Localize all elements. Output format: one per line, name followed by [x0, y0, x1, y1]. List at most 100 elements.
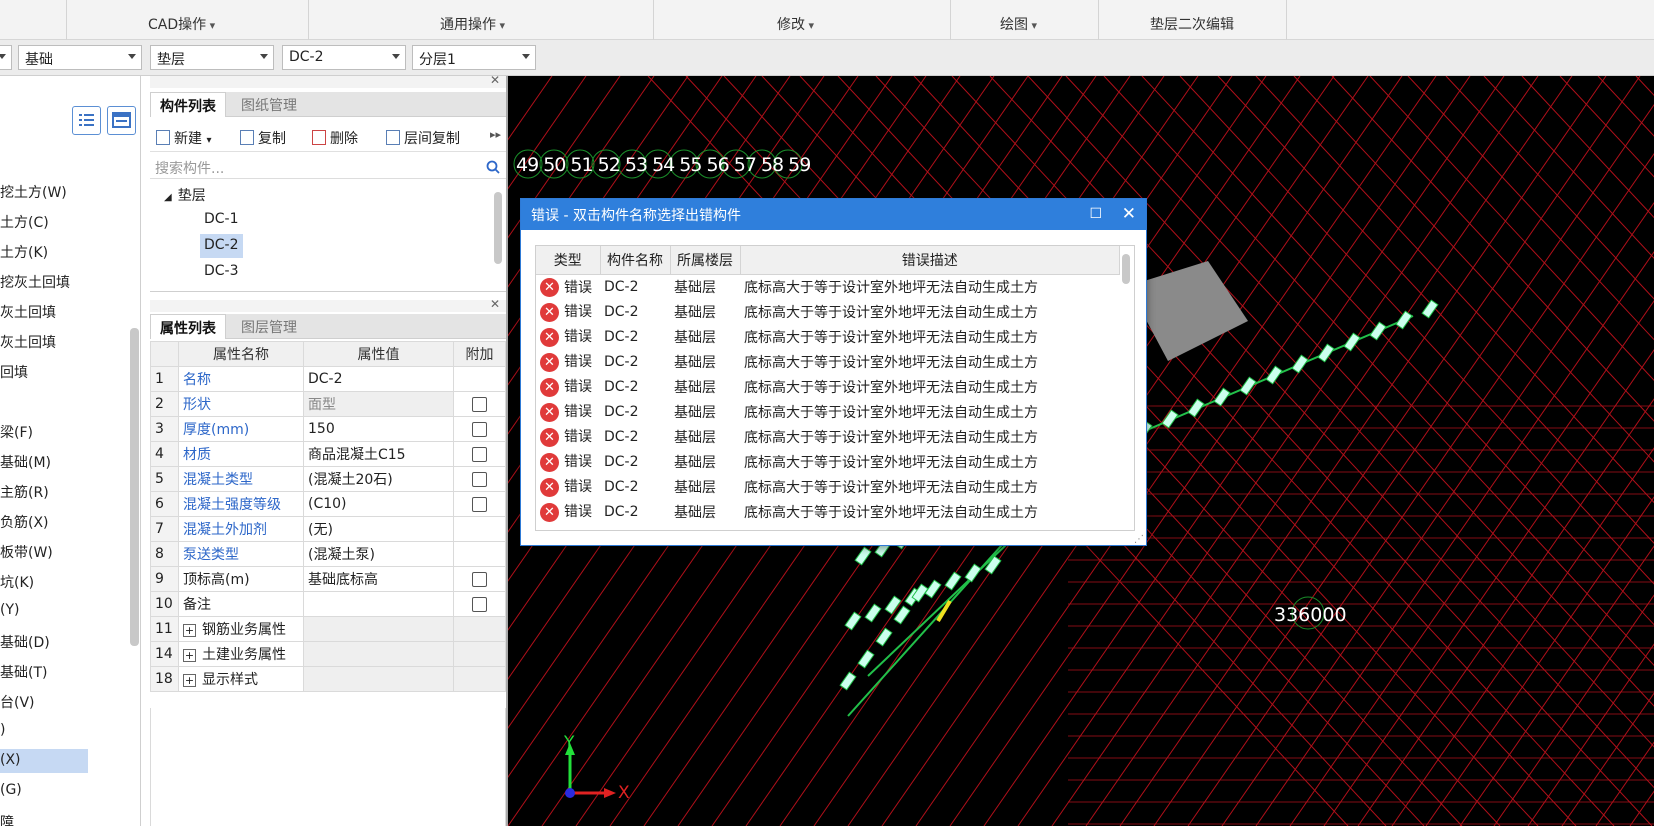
- error-component[interactable]: DC-2: [600, 349, 670, 374]
- tree-root[interactable]: ◢ 垫层: [160, 182, 210, 206]
- error-component[interactable]: DC-2: [600, 374, 670, 399]
- category-item[interactable]: 基础(T): [0, 659, 47, 683]
- property-name[interactable]: + 土建业务属性: [178, 641, 304, 667]
- error-row[interactable]: ✕ 错误 DC-2 基础层 底标高大于等于设计室外地坪无法自动生成土方: [536, 374, 1120, 399]
- pad-element[interactable]: [1291, 354, 1309, 374]
- extra-checkbox[interactable]: [472, 396, 487, 412]
- property-value[interactable]: [303, 591, 454, 617]
- pad-element[interactable]: [984, 555, 1002, 575]
- category-item[interactable]: 土方(K): [0, 239, 48, 263]
- property-extra[interactable]: [453, 566, 506, 592]
- property-row[interactable]: 8 泵送类型 (混凝土泵): [150, 541, 506, 567]
- dialog-title-bar[interactable]: 错误 - 双击构件名称选择出错构件 ☐ ✕: [521, 199, 1146, 230]
- copy-button[interactable]: 复制: [240, 128, 286, 148]
- property-value[interactable]: [303, 641, 454, 667]
- error-component[interactable]: DC-2: [600, 474, 670, 499]
- ribbon-group-cushion-edit[interactable]: 垫层二次编辑: [1150, 14, 1234, 34]
- layer-selector[interactable]: 分层1: [412, 45, 536, 70]
- pad-element[interactable]: [1239, 376, 1257, 396]
- expand-icon[interactable]: +: [183, 648, 196, 662]
- property-value[interactable]: 商品混凝土C15: [303, 441, 454, 467]
- category-item[interactable]: 回填: [0, 359, 28, 383]
- maximize-icon[interactable]: ☐: [1089, 206, 1102, 222]
- error-component[interactable]: DC-2: [600, 424, 670, 449]
- category-item[interactable]: 板带(W): [0, 539, 53, 563]
- property-extra[interactable]: [453, 391, 506, 417]
- close-icon[interactable]: ✕: [490, 73, 500, 87]
- list-view-icon[interactable]: [72, 106, 101, 135]
- category-item[interactable]: 台(V): [0, 689, 35, 713]
- tree-item-dc1[interactable]: DC-1: [200, 208, 243, 232]
- property-value[interactable]: (无): [303, 516, 454, 542]
- property-row[interactable]: 11 + 钢筋业务属性: [150, 616, 506, 642]
- property-value[interactable]: 基础底标高: [303, 566, 454, 592]
- ribbon-group-draw[interactable]: 绘图: [1000, 14, 1037, 34]
- pad-element[interactable]: [1213, 387, 1231, 407]
- new-button[interactable]: 新建 ▾: [156, 128, 211, 148]
- category-item[interactable]: 基础(M): [0, 449, 51, 473]
- property-extra[interactable]: [453, 466, 506, 492]
- category-selector[interactable]: 垫层: [150, 45, 274, 70]
- tree-item-dc3[interactable]: DC-3: [200, 260, 243, 284]
- category-item[interactable]: ): [0, 719, 5, 743]
- error-row[interactable]: ✕ 错误 DC-2 基础层 底标高大于等于设计室外地坪无法自动生成土方: [536, 499, 1120, 524]
- extra-checkbox[interactable]: [472, 596, 487, 612]
- error-component[interactable]: DC-2: [600, 449, 670, 474]
- extra-checkbox[interactable]: [472, 446, 487, 462]
- err-header-desc[interactable]: 错误描述: [740, 246, 1120, 275]
- pad-element[interactable]: [1395, 310, 1413, 330]
- property-value[interactable]: DC-2: [303, 366, 454, 392]
- delete-button[interactable]: 删除: [312, 128, 358, 148]
- category-item[interactable]: 挖土方(W): [0, 179, 67, 203]
- pad-element[interactable]: [944, 571, 962, 591]
- ribbon-group-modify[interactable]: 修改: [777, 14, 814, 34]
- property-row[interactable]: 7 混凝土外加剂 (无): [150, 516, 506, 542]
- category-item[interactable]: (G): [0, 779, 22, 803]
- search-icon[interactable]: [486, 160, 500, 174]
- component-search-input[interactable]: 搜索构件...: [150, 155, 506, 179]
- expand-icon[interactable]: +: [183, 673, 196, 687]
- pad-element[interactable]: [857, 649, 875, 669]
- category-item[interactable]: 坑(K): [0, 569, 34, 593]
- pad-element[interactable]: [964, 563, 982, 583]
- property-extra[interactable]: [453, 416, 506, 442]
- pad-element[interactable]: [884, 595, 902, 615]
- category-item[interactable]: 障: [0, 809, 14, 826]
- category-item[interactable]: 灰土回填: [0, 329, 56, 353]
- property-value[interactable]: (混凝土泵): [303, 541, 454, 567]
- error-component[interactable]: DC-2: [600, 274, 670, 299]
- pad-element[interactable]: [1317, 343, 1335, 363]
- property-row[interactable]: 3 厚度(mm) 150: [150, 416, 506, 442]
- ribbon-group-common[interactable]: 通用操作: [440, 14, 505, 34]
- property-value[interactable]: 面型: [303, 391, 454, 417]
- error-component[interactable]: DC-2: [600, 399, 670, 424]
- pad-element[interactable]: [839, 671, 857, 691]
- category-item[interactable]: (Y): [0, 599, 19, 623]
- category-scrollbar[interactable]: [130, 328, 139, 646]
- property-value[interactable]: [303, 666, 454, 692]
- err-header-name[interactable]: 构件名称: [600, 246, 671, 275]
- error-row[interactable]: ✕ 错误 DC-2 基础层 底标高大于等于设计室外地坪无法自动生成土方: [536, 449, 1120, 474]
- error-dialog[interactable]: 错误 - 双击构件名称选择出错构件 ☐ ✕ 类型 构件名称 所属楼层 错误描述 …: [520, 198, 1147, 546]
- extra-checkbox[interactable]: [472, 471, 487, 487]
- pad-element[interactable]: [844, 611, 862, 631]
- tab-drawing-manage[interactable]: 图纸管理: [232, 92, 306, 117]
- close-icon[interactable]: ✕: [1122, 204, 1136, 224]
- tab-component-list[interactable]: 构件列表: [150, 92, 226, 117]
- close-icon[interactable]: ✕: [490, 297, 500, 311]
- prev-selector[interactable]: [0, 45, 12, 70]
- category-item[interactable]: 灰土回填: [0, 299, 56, 323]
- floor-copy-button[interactable]: 层间复制: [386, 128, 460, 148]
- error-row[interactable]: ✕ 错误 DC-2 基础层 底标高大于等于设计室外地坪无法自动生成土方: [536, 324, 1120, 349]
- property-row[interactable]: 4 材质 商品混凝土C15: [150, 441, 506, 467]
- category-item[interactable]: 梁(F): [0, 419, 33, 443]
- extra-checkbox[interactable]: [472, 496, 487, 512]
- property-value[interactable]: (混凝土20石): [303, 466, 454, 492]
- error-row[interactable]: ✕ 错误 DC-2 基础层 底标高大于等于设计室外地坪无法自动生成土方: [536, 474, 1120, 499]
- pad-element[interactable]: [864, 603, 882, 623]
- category-item[interactable]: (X): [0, 749, 88, 773]
- property-row[interactable]: 2 形状 面型: [150, 391, 506, 417]
- property-row[interactable]: 6 混凝土强度等级 (C10): [150, 491, 506, 517]
- category-item[interactable]: 主筋(R): [0, 479, 49, 503]
- category-item[interactable]: 基础(D): [0, 629, 50, 653]
